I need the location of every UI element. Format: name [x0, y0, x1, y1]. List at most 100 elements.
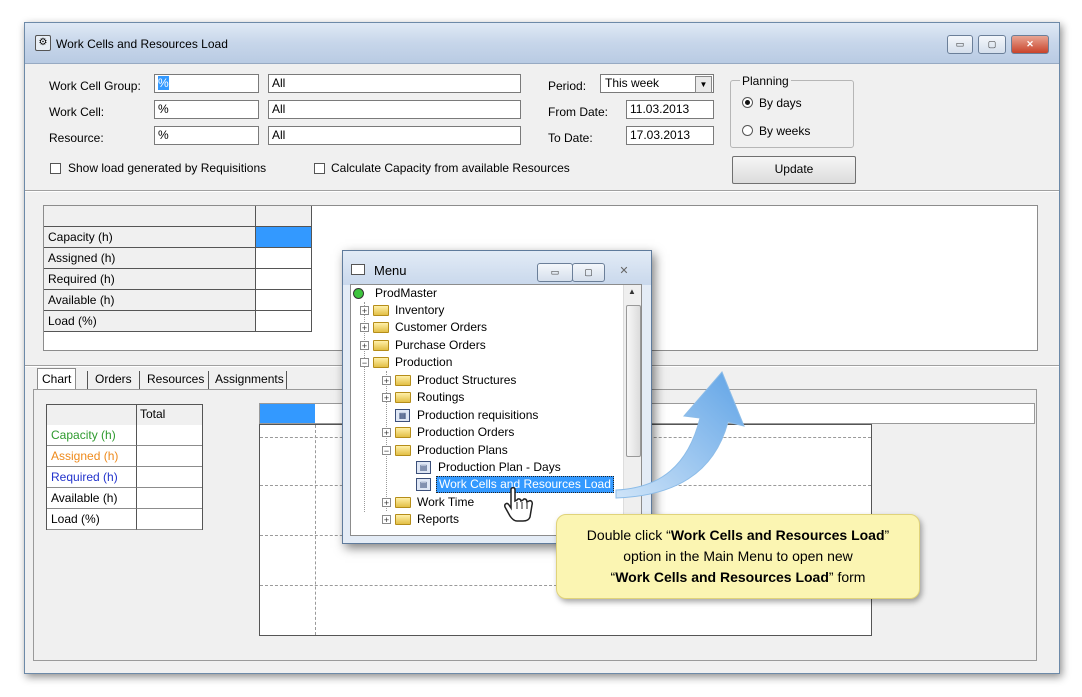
form-document-icon: ▤: [416, 461, 431, 474]
scroll-up-icon[interactable]: ▲: [628, 287, 636, 296]
planning-title: Planning: [740, 74, 791, 88]
tree-item-label: Routings: [417, 390, 465, 404]
selected-cell: [260, 404, 315, 423]
by-weeks-radio[interactable]: [742, 125, 753, 136]
tree-item-production-plan-days[interactable]: ▤ Production Plan - Days: [403, 459, 623, 476]
tree-item-label: Production Plans: [417, 443, 508, 457]
tree-item-production-orders[interactable]: + Production Orders: [382, 424, 622, 441]
menu-window: Menu ▭ ▢ ✕ ▲ ProdMaster + Inventory + Cu…: [342, 250, 652, 544]
minimize-button[interactable]: ▭: [947, 35, 973, 54]
work-cell-group-name-input[interactable]: All: [268, 74, 521, 93]
callout-text: option in the Main Menu to open new: [623, 548, 853, 564]
show-requisitions-label[interactable]: Show load generated by Requisitions: [68, 161, 266, 175]
form-document-icon: ▤: [416, 478, 431, 491]
tab-separator: [87, 371, 88, 389]
work-cell-code-input[interactable]: %: [154, 100, 259, 119]
work-cell-group-code-input[interactable]: %: [154, 74, 259, 93]
tree-item-routings[interactable]: + Routings: [382, 389, 622, 406]
period-label: Period:: [548, 79, 587, 93]
summary-row-label: Available (h): [44, 290, 256, 311]
show-requisitions-checkbox[interactable]: [50, 163, 61, 174]
menu-minimize-button[interactable]: ▭: [537, 263, 573, 282]
tree-item-label: Customer Orders: [395, 320, 488, 334]
callout-bold-text: Work Cells and Resources Load: [670, 527, 885, 543]
close-button[interactable]: ✕: [1011, 35, 1049, 54]
expand-plus-icon[interactable]: +: [382, 428, 391, 438]
tree-item-label: Product Structures: [417, 373, 517, 387]
collapse-minus-icon[interactable]: −: [382, 446, 391, 456]
expand-plus-icon[interactable]: +: [382, 393, 391, 403]
hand-cursor-icon: [504, 487, 533, 522]
folder-icon: [373, 322, 389, 333]
chevron-down-icon[interactable]: ▼: [695, 76, 712, 93]
tree-item-production-requisitions[interactable]: ▦ Production requisitions: [382, 407, 622, 424]
expand-plus-icon[interactable]: +: [382, 515, 391, 525]
summary-row-value[interactable]: [256, 311, 312, 332]
summary-row-label: Assigned (h): [44, 248, 256, 269]
from-date-label: From Date:: [548, 105, 609, 119]
resource-label: Resource:: [49, 131, 104, 145]
status-green-icon: [353, 288, 364, 299]
folder-icon: [395, 497, 411, 508]
calc-capacity-label[interactable]: Calculate Capacity from available Resour…: [331, 161, 570, 175]
period-value: This week: [605, 76, 660, 90]
calc-capacity-checkbox[interactable]: [314, 163, 325, 174]
tree-item-product-structures[interactable]: + Product Structures: [382, 372, 622, 389]
summary-row-value[interactable]: [256, 290, 312, 311]
tree-root-label: ProdMaster: [375, 286, 438, 300]
tree-item-customer-orders[interactable]: + Customer Orders: [360, 319, 620, 336]
folder-icon: [395, 427, 411, 438]
grid-line: [311, 206, 312, 227]
resource-code-input[interactable]: %: [154, 126, 259, 145]
menu-title: Menu: [374, 263, 407, 278]
collapse-minus-icon[interactable]: −: [360, 358, 369, 368]
chart-table-row-total: [137, 425, 202, 446]
app-gear-icon: ⚙: [35, 35, 51, 51]
from-date-input[interactable]: 11.03.2013: [626, 100, 714, 119]
period-select[interactable]: This week ▼: [600, 74, 714, 93]
resource-name-input[interactable]: All: [268, 126, 521, 145]
tree-item-production-plans[interactable]: − Production Plans: [382, 442, 622, 459]
work-cell-group-code-value: %: [158, 76, 169, 90]
expand-plus-icon[interactable]: +: [382, 498, 391, 508]
by-days-label[interactable]: By days: [759, 96, 802, 110]
menu-close-button[interactable]: ✕: [609, 263, 639, 280]
tab-assignments[interactable]: Assignments: [211, 369, 288, 390]
menu-tree: ▲ ProdMaster + Inventory + Customer Orde…: [350, 284, 642, 536]
tree-item-label: Reports: [417, 512, 460, 526]
work-cell-name-input[interactable]: All: [268, 100, 521, 119]
maximize-button[interactable]: ▢: [978, 35, 1006, 54]
expand-plus-icon[interactable]: +: [360, 341, 369, 351]
by-weeks-label[interactable]: By weeks: [759, 124, 810, 138]
title-bar[interactable]: ⚙ Work Cells and Resources Load ▭ ▢ ✕: [25, 23, 1059, 64]
by-days-radio[interactable]: [742, 97, 753, 108]
curved-arrow-icon: [615, 371, 745, 499]
tab-separator: [139, 371, 140, 389]
open-folder-icon: [395, 445, 411, 456]
expand-plus-icon[interactable]: +: [382, 376, 391, 386]
tree-item-work-time[interactable]: + Work Time: [382, 494, 622, 511]
summary-row-label: Required (h): [44, 269, 256, 290]
expand-plus-icon[interactable]: +: [360, 323, 369, 333]
divider: [25, 190, 1059, 192]
tab-chart[interactable]: Chart: [37, 368, 77, 390]
update-button[interactable]: Update: [732, 156, 856, 184]
menu-window-icon: [351, 264, 365, 275]
tree-item-inventory[interactable]: + Inventory: [360, 302, 620, 319]
to-date-input[interactable]: 17.03.2013: [626, 126, 714, 145]
grid-document-icon: ▦: [395, 409, 410, 422]
work-cell-label: Work Cell:: [49, 105, 105, 119]
summary-row-value[interactable]: [256, 269, 312, 290]
total-header: Total: [140, 407, 166, 421]
tab-orders[interactable]: Orders: [91, 369, 136, 390]
chart-table-row-label: Required (h): [47, 467, 137, 488]
to-date-label: To Date:: [548, 131, 593, 145]
summary-row-value[interactable]: [256, 227, 312, 248]
tree-item-purchase-orders[interactable]: + Purchase Orders: [360, 337, 620, 354]
chart-table-row-total: [137, 467, 202, 488]
menu-maximize-button[interactable]: ▢: [572, 263, 605, 282]
summary-row-value[interactable]: [256, 248, 312, 269]
tab-resources[interactable]: Resources: [143, 369, 208, 390]
expand-plus-icon[interactable]: +: [360, 306, 369, 316]
tree-item-production[interactable]: − Production: [360, 354, 620, 371]
